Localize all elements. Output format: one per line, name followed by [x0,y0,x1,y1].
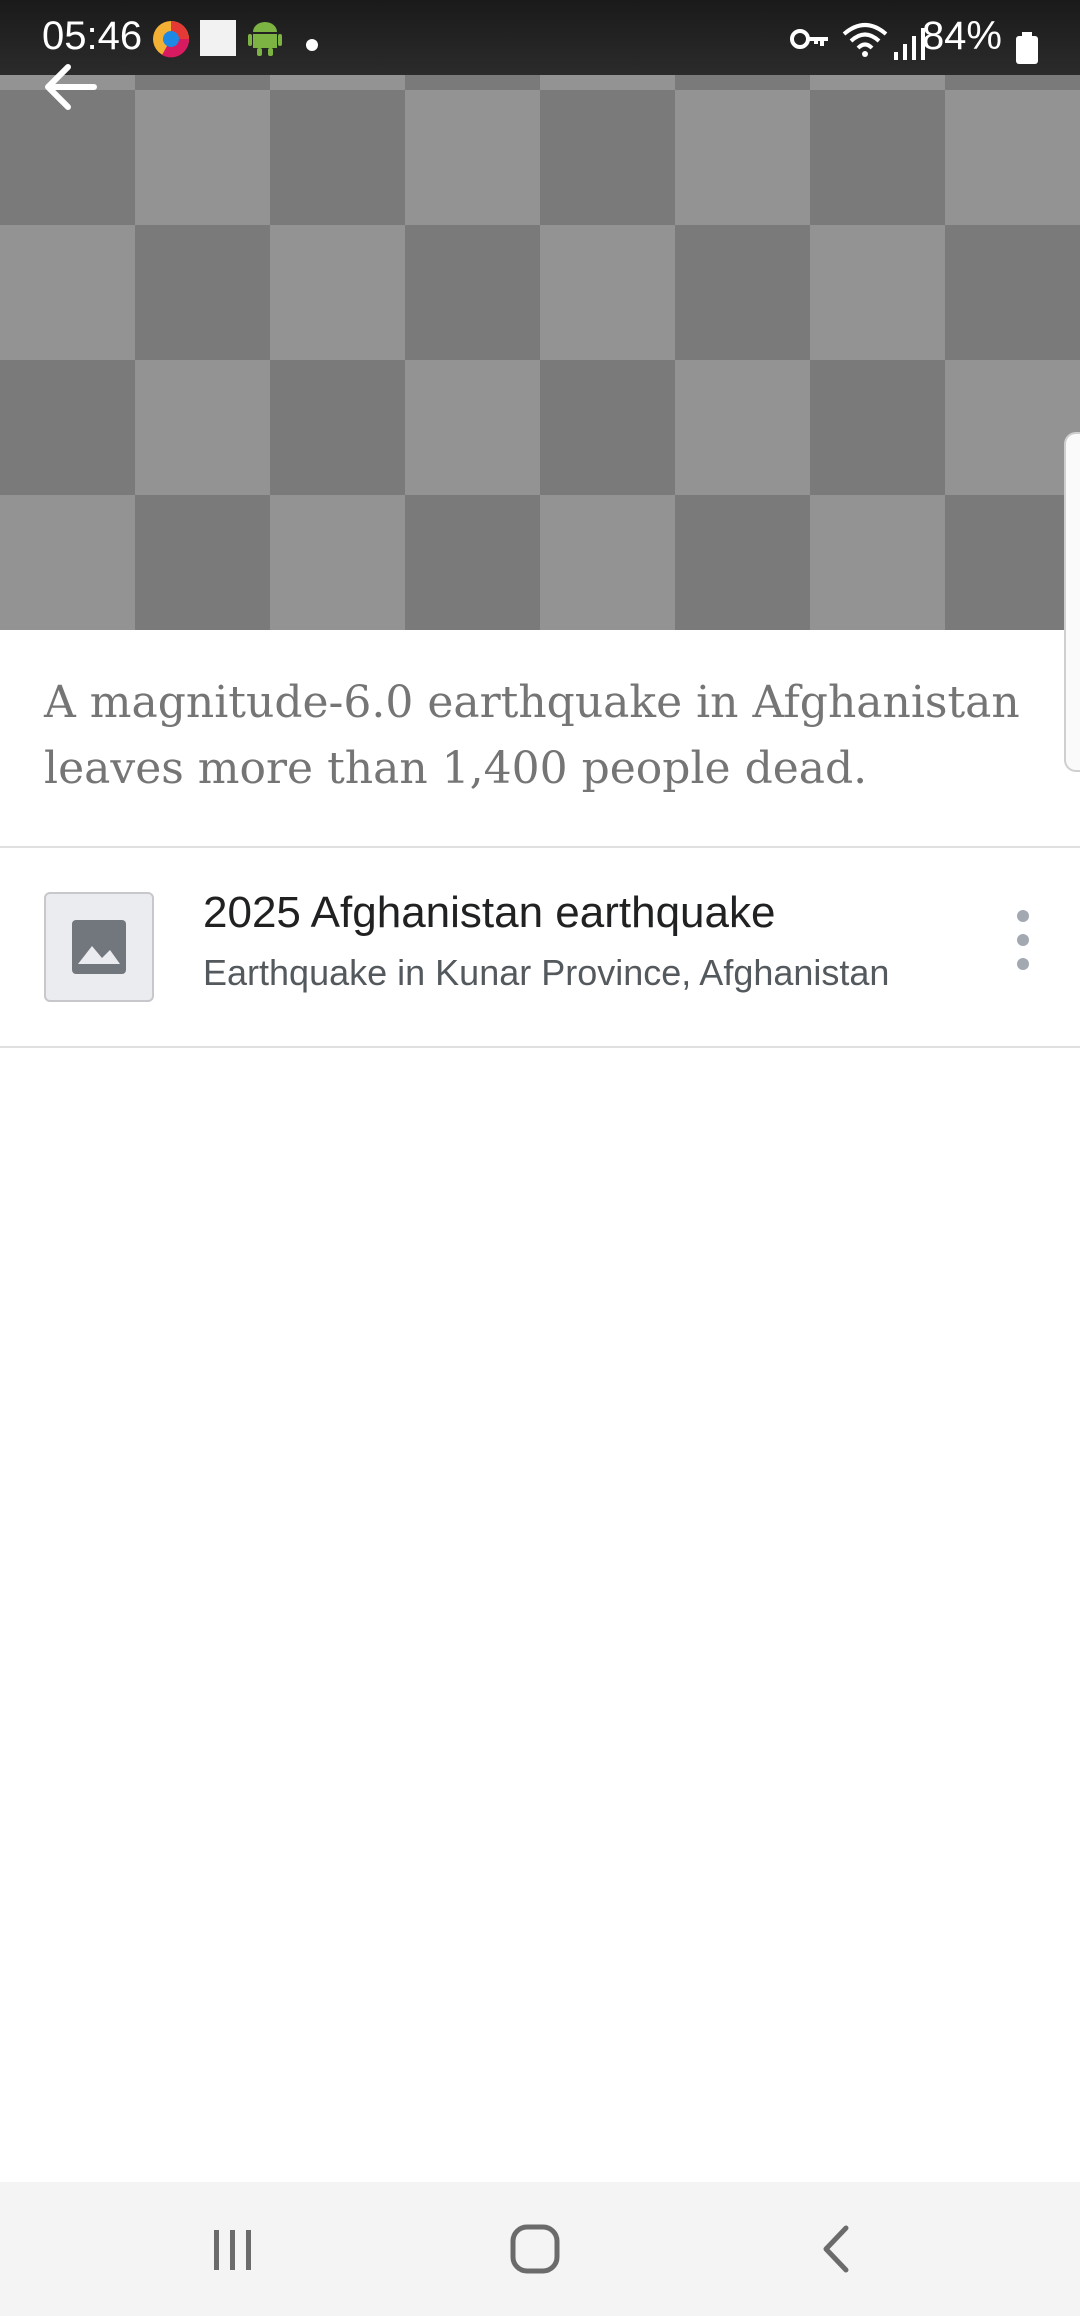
scroll-handle[interactable] [1064,432,1080,772]
status-bar: 05:46 84% [0,0,1080,75]
white-square-icon [200,20,236,61]
article-subtitle: Earthquake in Kunar Province, Afghanista… [203,952,890,993]
list-item-article[interactable]: 2025 Afghanistan earthquake Earthquake i… [0,848,1080,1046]
wifi-icon [842,22,888,63]
article-title: 2025 Afghanistan earthquake [203,888,776,937]
back-icon [823,2225,849,2273]
dot-icon [306,38,318,56]
android-icon [248,20,282,61]
recent-apps-icon [214,2230,251,2270]
overflow-menu-button[interactable] [1003,900,1043,980]
chrome-like-app-icon [152,20,190,63]
nav-back-button[interactable] [792,2214,882,2284]
article-thumbnail [44,892,154,1002]
home-icon [510,2224,560,2274]
battery-icon [1016,32,1038,69]
header-image[interactable] [0,0,1080,630]
status-time: 05:46 [42,14,143,58]
image-icon [72,920,126,974]
system-navigation-bar [0,2182,1080,2316]
arrow-left-icon [45,64,97,110]
divider [0,1046,1080,1048]
vpn-key-icon [790,24,830,59]
home-button[interactable] [490,2214,580,2284]
battery-percent: 84% [921,14,1002,58]
recent-apps-button[interactable] [188,2214,278,2284]
page-description: A magnitude-6.0 earthquake in Afghanista… [44,677,1020,794]
more-vertical-icon [1017,910,1029,970]
back-button[interactable] [40,62,120,122]
